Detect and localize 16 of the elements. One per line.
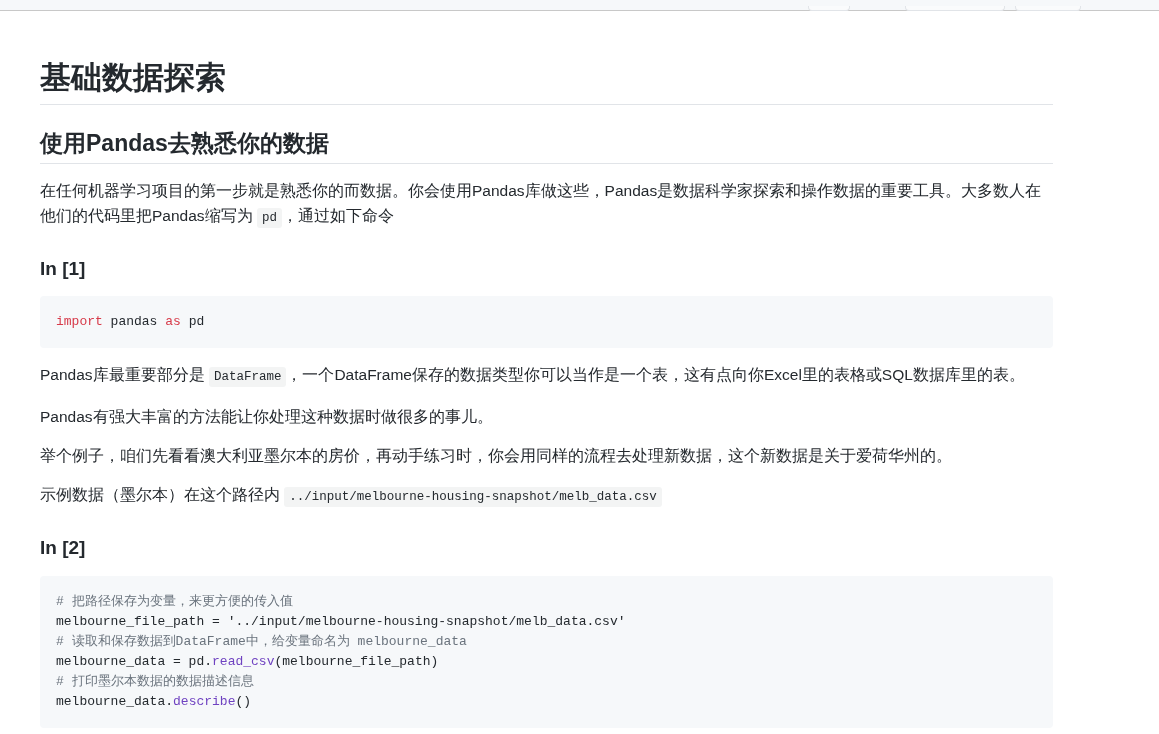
cell-label: In [2] <box>40 536 87 560</box>
paragraph: Pandas有强大丰富的方法能让你处理这种数据时做很多的事儿。 <box>40 407 494 428</box>
code-line: melbourne_data = pd.read_csv(melbourne_file_path) <box>56 653 439 671</box>
code-comment: # 把路径保存为变量，来更方便的传入值 <box>56 593 293 611</box>
code-line: melbourne_file_path = '../input/melbourne-housing-snapshot/melb_data.csv' <box>56 613 626 631</box>
section-heading: 使用Pandas去熟悉你的数据 <box>40 128 1053 164</box>
code-comment: # 打印墨尔本数据的数据描述信息 <box>56 673 254 691</box>
cell-label: In [1] <box>40 256 87 281</box>
code-line: melbourne_data.describe() <box>56 693 252 711</box>
code-comment: # 读取和保存数据到DataFrame中，给变量命名为 melbourne_data <box>56 633 467 651</box>
paragraph: 示例数据（墨尔本）在这个路径内 ../input/melbourne-housing-snapshot/melb_data.csv <box>40 482 1053 511</box>
page-title: 基础数据探索 <box>40 59 1053 105</box>
paragraph: Pandas库最重要部分是 DataFrame ，一个DataFrame保存的数据类型你可以当作是一个表，这有点向你Excel里的表格或SQL数据库里的表。 <box>40 362 1053 391</box>
code-line: import pandas as pd <box>56 313 205 332</box>
paragraph: 举个例子，咱们先看看澳大利亚墨尔本的房价，再动手练习时，你会用同样的流程去处理新数据，这个新数据是关于爱荷华州的。 <box>40 446 953 467</box>
paragraph: 在任何机器学习项目的第一步就是熟悉你的而数据。你会使用Pandas库做这些，Pandas是数据科学家探索和操作数据的重要工具。大多数人在他们的代码里把Pandas缩写为 pd ，通过如下命令 <box>40 177 1053 231</box>
